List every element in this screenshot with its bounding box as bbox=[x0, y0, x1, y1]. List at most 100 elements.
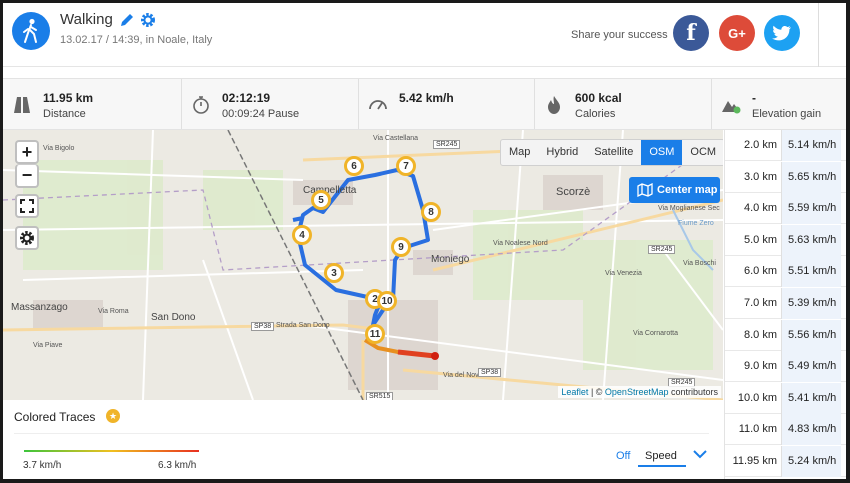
road-label: Via Venezia bbox=[605, 270, 642, 277]
split-distance: 8.0 km bbox=[743, 328, 777, 341]
km-marker[interactable]: 8 bbox=[421, 202, 441, 222]
split-distance: 10.0 km bbox=[737, 391, 777, 404]
split-row: 9.0 km 5.49 km/h bbox=[725, 351, 846, 383]
split-distance: 11.95 km bbox=[732, 455, 777, 467]
layer-ocm[interactable]: OCM bbox=[682, 140, 723, 165]
route-map[interactable]: Massanzago San Dono Scorzè Campelletta M… bbox=[3, 130, 723, 400]
center-map-button[interactable]: Center map bbox=[629, 177, 720, 203]
zoom-out-button[interactable]: − bbox=[15, 164, 39, 188]
min-speed-label: 3.7 km/h bbox=[23, 460, 62, 471]
activity-title: Walking bbox=[60, 11, 113, 28]
twitter-share-button[interactable] bbox=[764, 15, 800, 51]
split-row: 2.0 km 5.14 km/h bbox=[725, 130, 846, 161]
map-attribution: Leaflet | © OpenStreetMap contributors bbox=[558, 386, 721, 398]
leaflet-link[interactable]: Leaflet bbox=[561, 387, 588, 397]
split-row: 7.0 km 5.39 km/h bbox=[725, 288, 846, 319]
splits-table: 2.0 km 5.14 km/h 3.0 km 5.65 km/h 4.0 km 5.59… bbox=[724, 130, 846, 479]
split-row: 6.0 km 5.51 km/h bbox=[725, 256, 846, 288]
share-label: Share your success bbox=[571, 29, 668, 41]
split-speed: 5.63 km/h bbox=[781, 224, 841, 256]
road-label: Via Castellana bbox=[373, 135, 419, 142]
stat-calories: 600 kcal Calories bbox=[535, 79, 712, 129]
layer-osm[interactable]: OSM bbox=[641, 140, 683, 165]
split-speed: 5.49 km/h bbox=[781, 351, 841, 383]
activity-header: Walking 13.02.17 / 14:39, in Noale, Ital… bbox=[3, 3, 846, 67]
facebook-share-button[interactable]: f bbox=[673, 15, 709, 51]
split-distance: 9.0 km bbox=[743, 360, 777, 373]
split-speed: 5.56 km/h bbox=[781, 319, 841, 351]
stat-value: 5.42 km/h bbox=[399, 91, 454, 105]
fullscreen-button[interactable] bbox=[15, 194, 39, 218]
colored-traces-panel: Colored Traces ★ 3.7 km/h 6.3 km/h Off S… bbox=[3, 400, 723, 479]
gear-icon[interactable] bbox=[140, 12, 156, 28]
map-settings-button[interactable] bbox=[15, 226, 39, 250]
road-label: Via Cornarotta bbox=[633, 330, 679, 337]
stat-value: 02:12:19 bbox=[222, 91, 271, 105]
stat-label: 00:09:24 Pause bbox=[222, 108, 300, 120]
place-label: San Dono bbox=[151, 312, 196, 323]
activity-date-location: 13.02.17 / 14:39, in Noale, Italy bbox=[60, 34, 213, 46]
speedometer-icon bbox=[369, 100, 387, 110]
fullscreen-icon bbox=[20, 199, 34, 213]
stat-value: 11.95 km bbox=[43, 91, 94, 105]
traces-off-toggle[interactable]: Off bbox=[616, 450, 630, 462]
road-label: Via Bigolo bbox=[43, 145, 75, 152]
chevron-down-icon[interactable] bbox=[693, 449, 707, 459]
place-label: Moniego bbox=[431, 254, 470, 265]
gear-icon bbox=[20, 231, 34, 245]
km-marker-label: 4 bbox=[299, 229, 305, 241]
road-label: Via Moglianese Sec bbox=[658, 205, 720, 212]
traces-divider bbox=[14, 433, 709, 434]
km-marker[interactable]: 11 bbox=[365, 324, 385, 344]
map-icon bbox=[637, 183, 653, 197]
layer-satellite[interactable]: Satellite bbox=[586, 140, 641, 165]
layer-hybrid[interactable]: Hybrid bbox=[538, 140, 586, 165]
stat-elevation: - Elevation gain bbox=[712, 79, 846, 129]
flame-icon bbox=[548, 96, 560, 114]
road-shield: SR515 bbox=[366, 392, 394, 400]
km-marker[interactable]: 5 bbox=[311, 190, 331, 210]
km-marker[interactable]: 7 bbox=[396, 156, 416, 176]
road-shield: SR245 bbox=[433, 140, 461, 149]
star-icon: ★ bbox=[106, 409, 120, 423]
zoom-in-button[interactable]: + bbox=[15, 140, 39, 164]
speed-gradient-legend bbox=[24, 450, 199, 452]
split-speed: 5.39 km/h bbox=[781, 288, 841, 319]
split-distance: 11.0 km bbox=[738, 423, 777, 436]
split-distance: 2.0 km bbox=[743, 139, 777, 151]
split-distance: 3.0 km bbox=[743, 170, 777, 183]
stat-distance: 11.95 km Distance bbox=[3, 79, 182, 129]
facebook-icon: f bbox=[686, 20, 696, 46]
km-marker[interactable]: 4 bbox=[292, 225, 312, 245]
split-distance: 7.0 km bbox=[743, 297, 777, 309]
pencil-icon[interactable] bbox=[119, 12, 135, 28]
split-speed: 5.65 km/h bbox=[781, 161, 841, 193]
map-tiles bbox=[3, 130, 723, 400]
split-speed: 4.83 km/h bbox=[781, 414, 841, 446]
traces-metric-select[interactable]: Speed bbox=[638, 445, 686, 467]
split-row: 5.0 km 5.63 km/h bbox=[725, 224, 846, 256]
osm-link[interactable]: OpenStreetMap bbox=[605, 387, 669, 397]
split-speed: 5.51 km/h bbox=[781, 256, 841, 288]
split-distance: 4.0 km bbox=[743, 202, 777, 215]
stat-value: 600 kcal bbox=[575, 91, 622, 105]
layer-map[interactable]: Map bbox=[501, 140, 538, 165]
road-label: Via Piave bbox=[33, 342, 63, 349]
split-speed: 5.24 km/h bbox=[781, 446, 841, 477]
km-marker[interactable]: 9 bbox=[391, 237, 411, 257]
stat-label: Calories bbox=[575, 108, 616, 120]
googleplus-share-button[interactable]: G+ bbox=[719, 15, 755, 51]
app-frame: Walking 13.02.17 / 14:39, in Noale, Ital… bbox=[0, 0, 850, 483]
road-label: Strada San Dono bbox=[276, 322, 330, 329]
split-distance: 6.0 km bbox=[743, 265, 777, 278]
stat-label: Elevation gain bbox=[752, 108, 822, 120]
split-speed: 5.41 km/h bbox=[781, 382, 841, 414]
stat-speed: 5.42 km/h bbox=[359, 79, 535, 129]
km-marker[interactable]: 10 bbox=[377, 291, 397, 311]
stat-value: - bbox=[752, 91, 756, 105]
mountain-icon bbox=[722, 101, 741, 114]
km-marker[interactable]: 3 bbox=[324, 263, 344, 283]
split-row: 11.0 km 4.83 km/h bbox=[725, 414, 846, 446]
place-label: Scorzè bbox=[556, 186, 591, 198]
km-marker[interactable]: 6 bbox=[344, 156, 364, 176]
